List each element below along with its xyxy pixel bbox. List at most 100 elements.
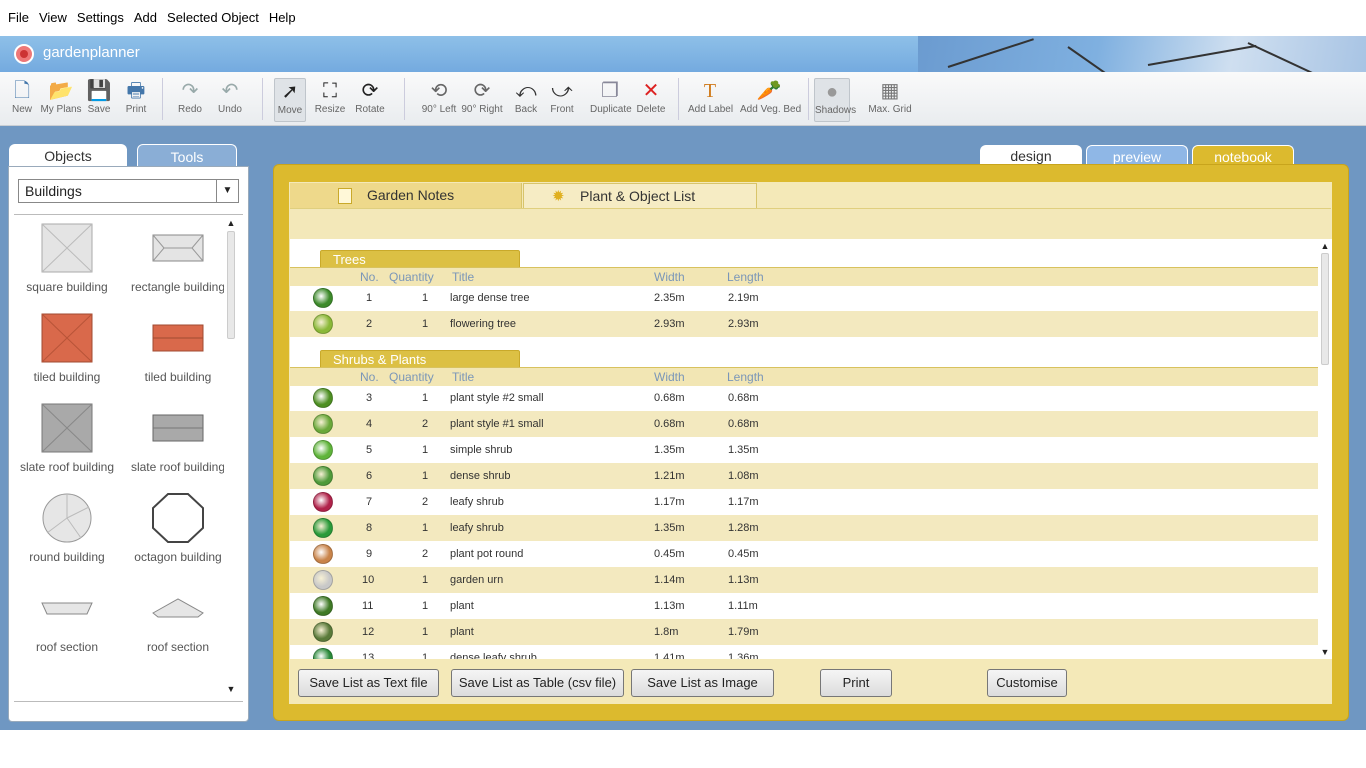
table-row[interactable]: 9 2 plant pot round 0.45m 0.45m [290,541,1318,567]
flower-logo-icon [14,44,34,64]
plant-thumbnail-icon [313,440,333,460]
rotate-right-icon: ⟳ [473,80,491,102]
sun-icon: ✹ [552,188,565,205]
tab-objects[interactable]: Objects [9,144,127,168]
duplicate-button[interactable]: ❐ Duplicate [590,78,632,122]
plant-thumbnail-icon [313,622,333,642]
customise-button[interactable]: Customise [987,669,1067,697]
table-row[interactable]: 3 1 plant style #2 small 0.68m 0.68m [290,385,1318,411]
save-image-button[interactable]: Save List as Image [631,669,774,697]
menu-settings[interactable]: Settings [72,0,129,36]
scroll-up-arrow-icon[interactable]: ▲ [224,217,238,229]
list-scrollbar[interactable]: ▲ ▼ [1318,239,1332,659]
table-row[interactable]: 4 2 plant style #1 small 0.68m 0.68m [290,411,1318,437]
tab-garden-notes[interactable]: Garden Notes [290,183,522,208]
object-roof-section-gable[interactable]: roof section [123,583,233,654]
save-text-button[interactable]: Save List as Text file [298,669,439,697]
table-row[interactable]: 1 1 large dense tree 2.35m 2.19m [290,285,1318,311]
table-row[interactable]: 5 1 simple shrub 1.35m 1.35m [290,437,1318,463]
large-dense-tree-icon [313,288,333,308]
pointer-icon: ➚ [281,81,299,103]
table-row[interactable]: 7 2 leafy shrub 1.17m 1.17m [290,489,1318,515]
my-plans-button[interactable]: 📂 My Plans [40,78,82,122]
flowering-tree-icon [313,314,333,334]
rotate-icon: ⟳ [361,80,379,102]
table-row[interactable]: 12 1 plant 1.8m 1.79m [290,619,1318,645]
object-slate-roof-building-square[interactable]: slate roof building [12,403,122,474]
category-select-value: Buildings [25,183,82,199]
plant-thumbnail-icon [313,388,333,408]
rotate-button[interactable]: ⟳ Rotate [354,78,386,122]
objects-scrollbar[interactable]: ▲ ▼ [224,217,238,695]
add-veg-bed-button[interactable]: 🥕 Add Veg. Bed [740,78,801,122]
roof-gable-icon [152,598,204,618]
shadows-toggle[interactable]: ● Shadows [814,78,856,122]
rotate-left-90-button[interactable]: ⟲ 90° Left [420,78,458,122]
resize-button[interactable]: ⛶ Resize [314,78,346,122]
menu-selected-object[interactable]: Selected Object [162,0,264,36]
new-file-icon: 🗋 [13,80,31,102]
object-square-building[interactable]: square building [12,223,122,294]
save-csv-button[interactable]: Save List as Table (csv file) [451,669,624,697]
bring-front-icon: ⤻ [551,80,573,102]
object-rectangle-building[interactable]: rectangle building [123,223,233,294]
save-button[interactable]: 💾 Save [86,78,112,122]
menu-help[interactable]: Help [264,0,301,36]
send-back-button[interactable]: ⤺ Back [512,78,540,122]
octagon-building-icon [152,493,204,543]
plant-object-list: Trees No. Quantity Title Width Length 1 … [290,239,1318,659]
new-button[interactable]: 🗋 New [8,78,36,122]
plant-thumbnail-icon [313,596,333,616]
scroll-down-arrow-icon[interactable]: ▼ [1318,646,1332,658]
scroll-down-arrow-icon[interactable]: ▼ [224,683,238,695]
table-row[interactable]: 2 1 flowering tree 2.93m 2.93m [290,311,1318,337]
move-button[interactable]: ➚ Move [274,78,306,122]
note-page-icon [338,188,352,204]
delete-button[interactable]: ✕ Delete [636,78,666,122]
carrot-icon: 🥕 [756,80,782,102]
plant-thumbnail-icon [313,518,333,538]
table-row[interactable]: 11 1 plant 1.13m 1.11m [290,593,1318,619]
object-tiled-building-rect[interactable]: tiled building [123,313,233,384]
max-grid-button[interactable]: ▦ Max. Grid [868,78,912,122]
divider [14,701,243,702]
category-select[interactable]: Buildings ▼ [18,179,239,203]
plant-thumbnail-icon [313,492,333,512]
tab-tools[interactable]: Tools [137,144,237,168]
object-octagon-building[interactable]: octagon building [123,493,233,564]
print-button[interactable]: 🖶 Print [122,78,150,122]
chevron-down-icon: ▼ [216,180,238,202]
tiled-building-rect-icon [152,324,204,352]
redo-button[interactable]: ↷ Redo [176,78,204,122]
menu-file[interactable]: File [3,0,34,36]
scroll-thumb[interactable] [1321,253,1329,365]
rectangle-building-icon [152,234,204,262]
table-row[interactable]: 10 1 garden urn 1.14m 1.13m [290,567,1318,593]
table-row[interactable]: 6 1 dense shrub 1.21m 1.08m [290,463,1318,489]
scroll-thumb[interactable] [227,231,235,339]
save-icon: 💾 [86,80,112,102]
main-toolbar: 🗋 New 📂 My Plans 💾 Save 🖶 Print ↷ Redo ↶ Undo … [0,72,1366,126]
square-building-icon [41,223,93,273]
plant-thumbnail-icon [313,414,333,434]
menu-view[interactable]: View [34,0,72,36]
rotate-right-90-button[interactable]: ⟳ 90° Right [461,78,503,122]
scroll-up-arrow-icon[interactable]: ▲ [1318,240,1332,252]
round-building-icon [42,493,92,543]
resize-icon: ⛶ [323,80,337,102]
undo-button[interactable]: ↶ Undo [216,78,244,122]
object-round-building[interactable]: round building [12,493,122,564]
toolbar-separator [808,78,809,120]
print-list-button[interactable]: Print [820,669,892,697]
tab-plant-object-list[interactable]: ✹ Plant & Object List [523,183,757,208]
table-row[interactable]: 8 1 leafy shrub 1.35m 1.28m [290,515,1318,541]
table-row[interactable]: 13 1 dense leafy shrub 1.41m 1.36m [290,645,1318,659]
object-slate-roof-building-rect[interactable]: slate roof building [123,403,233,474]
slate-roof-rect-icon [152,414,204,442]
bring-front-button[interactable]: ⤻ Front [548,78,576,122]
object-tiled-building-square[interactable]: tiled building [12,313,122,384]
object-roof-section-flat[interactable]: roof section [12,583,122,654]
tiled-building-icon [41,313,93,363]
menu-add[interactable]: Add [129,0,162,36]
add-label-button[interactable]: T Add Label [688,78,733,122]
